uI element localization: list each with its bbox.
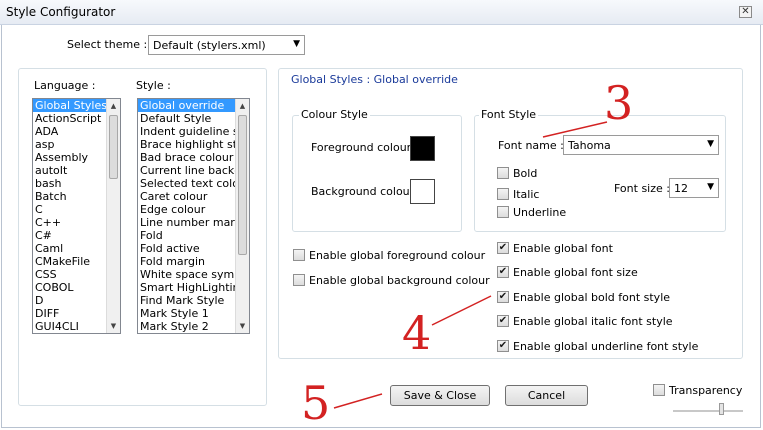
- annotation-5: 5: [301, 376, 331, 430]
- annotation-3-line: [542, 121, 608, 138]
- annotation-3: 3: [604, 76, 634, 130]
- annotation-5-line: [333, 393, 383, 409]
- annotation-4-line: [431, 295, 492, 326]
- annotation-4: 4: [402, 306, 432, 360]
- annotation-lines: [333, 121, 608, 409]
